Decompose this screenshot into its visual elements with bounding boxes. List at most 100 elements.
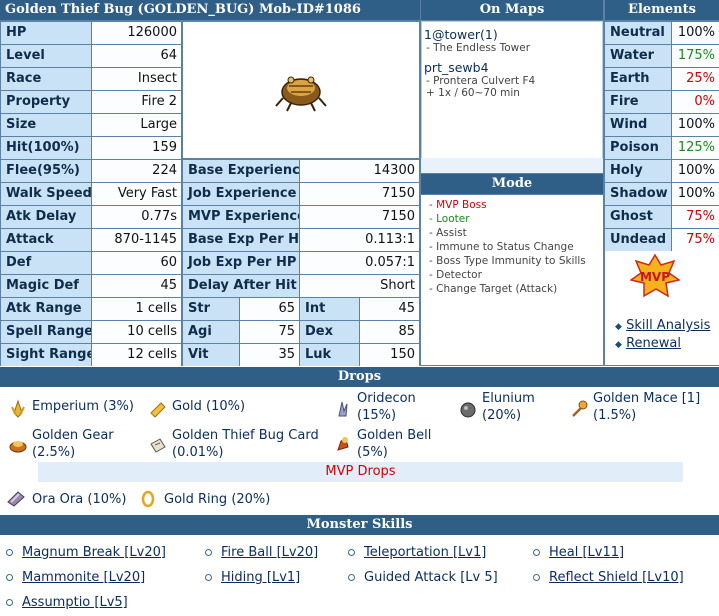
skill-bullet-icon: [6, 549, 13, 556]
skill-link[interactable]: Assumptio [Lv5]: [22, 594, 128, 612]
stat-label-walk_speed: Walk Speed: [1, 183, 91, 205]
attr-label-agi: Agi: [183, 321, 239, 343]
exp-value-job_exp: 7150: [300, 183, 419, 205]
exp-value-base_exp: 14300: [300, 160, 419, 182]
skills-area: Magnum Break [Lv20] Fire Ball [Lv20] Telep…: [0, 535, 719, 616]
element-label-neutral: Neutral: [605, 22, 671, 44]
drop-name: Gold Ring: [164, 492, 228, 507]
exp-value-delay_after_hit: Short: [300, 275, 419, 297]
drop-item[interactable]: Golden Bell (5%): [357, 427, 431, 461]
stat-label-attack: Attack: [1, 229, 91, 251]
exp-label-base_per_hp: Base Exp Per HP: [183, 229, 299, 251]
skill-link[interactable]: Reflect Shield [Lv10]: [549, 569, 684, 587]
mode-item: - Detector: [429, 269, 482, 281]
stat-value-spell_range: 10 cells: [92, 321, 181, 343]
skill-bullet-icon: [205, 549, 212, 556]
mvp-drop-item[interactable]: Ora Ora (10%): [32, 491, 126, 508]
skill-link[interactable]: Hiding [Lv1]: [221, 569, 300, 587]
skill-link[interactable]: Teleportation [Lv1]: [364, 544, 486, 562]
skill-link[interactable]: Mammonite [Lv20]: [22, 569, 145, 587]
emperium-icon: [11, 399, 25, 418]
elements-header: Elements: [605, 0, 719, 20]
elunium-icon: [460, 402, 476, 418]
skill-analysis-link[interactable]: Skill Analysis: [626, 318, 710, 333]
drop-rate: (1.5%): [593, 408, 637, 423]
stat-label-property: Property: [1, 91, 91, 113]
drop-item[interactable]: Golden Thief Bug Card (0.01%): [172, 427, 319, 461]
skill-bullet-icon: [348, 574, 355, 581]
mace-icon: [572, 400, 588, 417]
stat-value-level: 64: [92, 45, 181, 67]
drop-rate: (3%): [103, 399, 134, 414]
drop-name: Elunium: [482, 391, 535, 406]
element-value-wind: 100%: [672, 114, 719, 136]
stat-label-size: Size: [1, 114, 91, 136]
drop-name: Golden Mace [1]: [593, 391, 701, 406]
stat-label-def: Def: [1, 252, 91, 274]
mode-item: - Change Target (Attack): [429, 283, 558, 295]
golden-thief-bug-sprite: [275, 76, 327, 112]
skill-link[interactable]: Magnum Break [Lv20]: [22, 544, 166, 562]
map-spawn-info: + 1x / 60~70 min: [426, 87, 520, 99]
stat-label-level: Level: [1, 45, 91, 67]
mvp-drop-item[interactable]: Gold Ring (20%): [164, 491, 270, 508]
mvp-badge-icon: MVP: [630, 254, 680, 298]
drop-item[interactable]: Oridecon (15%): [357, 390, 416, 424]
stat-label-sight_range: Sight Range: [1, 344, 91, 366]
attr-label-int: Int: [300, 298, 359, 320]
attr-label-luk: Luk: [300, 344, 359, 366]
exp-value-mvp_exp: 7150: [300, 206, 419, 228]
element-value-water: 175%: [672, 45, 719, 67]
stat-label-spell_range: Spell Range: [1, 321, 91, 343]
drop-rate: (10%): [206, 399, 246, 414]
drop-rate: (10%): [87, 492, 127, 507]
drop-item[interactable]: Emperium (3%): [32, 398, 134, 415]
mode-item: - Boss Type Immunity to Skills: [429, 255, 586, 267]
stat-label-hp: HP: [1, 22, 91, 44]
exp-label-job_per_hp: Job Exp Per HP: [183, 252, 299, 274]
on-maps-list: 1@tower(1) - The Endless Tower prt_sewb4…: [421, 21, 603, 172]
map-link-tower[interactable]: 1@tower(1): [422, 27, 602, 42]
stat-label-magic_def: Magic Def: [1, 275, 91, 297]
mode-item: - Immune to Status Change: [429, 241, 574, 253]
mode-item: - MVP Boss: [429, 199, 487, 211]
exp-label-job_exp: Job Experience: [183, 183, 299, 205]
skill-bullet-icon: [533, 549, 540, 556]
drop-name: Gold: [172, 399, 202, 414]
monster-sprite-box: [183, 22, 419, 158]
renewal-row: ◆ Renewal: [615, 336, 681, 351]
renewal-link[interactable]: Renewal: [626, 336, 681, 351]
stat-value-size: Large: [92, 114, 181, 136]
stat-label-hit: Hit(100%): [1, 137, 91, 159]
drop-rate: (20%): [231, 492, 271, 507]
card-icon: [150, 438, 166, 453]
skill-link[interactable]: Fire Ball [Lv20]: [221, 544, 318, 562]
attr-value-agi: 75: [240, 321, 299, 343]
attr-value-int: 45: [360, 298, 419, 320]
map-link-sewb4[interactable]: prt_sewb4: [422, 60, 602, 75]
attr-value-dex: 85: [360, 321, 419, 343]
drop-name: Golden Bell: [357, 428, 432, 443]
mvp-badge-text: MVP: [640, 270, 670, 284]
drop-item[interactable]: Golden Mace [1] (1.5%): [593, 390, 700, 424]
skill-analysis-row: ◆ Skill Analysis: [615, 318, 710, 333]
element-label-holy: Holy: [605, 160, 671, 182]
stat-value-sight_range: 12 cells: [92, 344, 181, 366]
exp-label-mvp_exp: MVP Experience: [183, 206, 299, 228]
drop-item[interactable]: Elunium (20%): [482, 390, 535, 424]
skill-link[interactable]: Guided Attack [Lv 5]: [364, 569, 498, 587]
drop-name: Ora Ora: [32, 492, 84, 507]
drop-item[interactable]: Golden Gear (2.5%): [32, 427, 114, 461]
skill-link[interactable]: Heal [Lv11]: [549, 544, 624, 562]
element-label-poison: Poison: [605, 137, 671, 159]
mode-item: - Looter: [429, 213, 470, 225]
stat-value-hp: 126000: [92, 22, 181, 44]
mode-list: - MVP Boss - Looter - Assist - Immune to St…: [421, 195, 603, 365]
drop-name: Oridecon: [357, 391, 416, 406]
drop-rate: (20%): [482, 408, 522, 423]
drop-item[interactable]: Gold (10%): [172, 398, 245, 415]
stat-label-race: Race: [1, 68, 91, 90]
golden-bell-icon: [337, 437, 349, 451]
stat-value-def: 60: [92, 252, 181, 274]
gold-bar-icon: [150, 402, 166, 418]
